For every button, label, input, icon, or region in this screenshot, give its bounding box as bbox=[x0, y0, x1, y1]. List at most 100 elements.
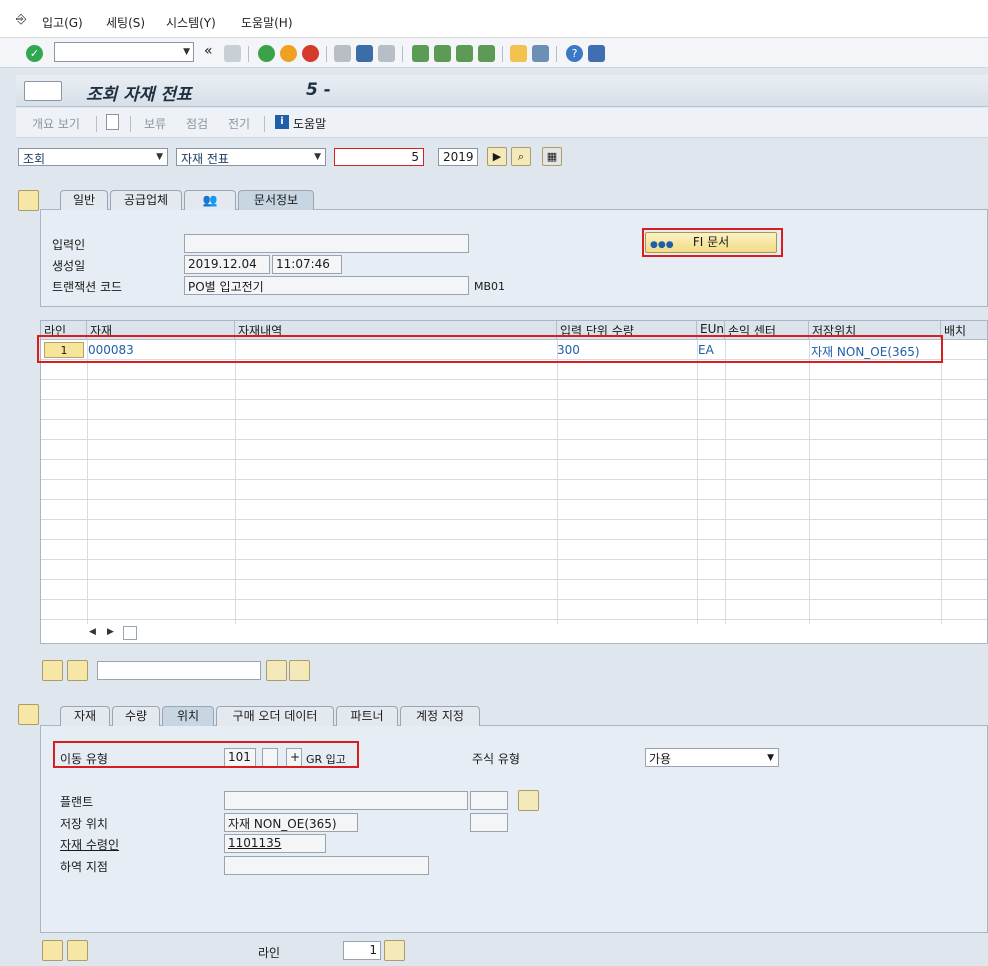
previous-page-icon[interactable] bbox=[434, 45, 451, 62]
chevron-down-icon[interactable]: ▼ bbox=[183, 47, 190, 57]
document-number-value: 5 bbox=[411, 150, 419, 164]
tab-vendor[interactable]: 공급업체 bbox=[110, 190, 182, 210]
find-document-icon[interactable]: ⌕ bbox=[511, 147, 531, 166]
first-page-icon[interactable] bbox=[412, 45, 429, 62]
goods-recipient-label[interactable]: 자재 수령인 bbox=[60, 836, 119, 853]
tab-where[interactable]: 위치 bbox=[162, 706, 214, 726]
print-icon[interactable] bbox=[334, 45, 351, 62]
table-row bbox=[41, 400, 987, 420]
tab-purchase-order-data[interactable]: 구매 오더 데이터 bbox=[216, 706, 334, 726]
plant-details-icon[interactable] bbox=[518, 790, 539, 811]
find-next-in-table-icon[interactable] bbox=[289, 660, 310, 681]
people-icon: 👥 bbox=[202, 193, 218, 207]
goods-recipient-field[interactable]: 1101135 bbox=[224, 834, 326, 853]
application-toolbar: 개요 보기 보류 점검 전기 i 도움말 bbox=[16, 108, 988, 138]
tab-account-assignment[interactable]: 계정 지정 bbox=[400, 706, 480, 726]
shortcut-icon[interactable] bbox=[532, 45, 549, 62]
enter-check-icon[interactable]: ✓ bbox=[26, 45, 43, 62]
previous-item-icon[interactable] bbox=[42, 940, 63, 961]
back-icon[interactable] bbox=[258, 45, 275, 62]
reference-document-select[interactable]: 자재 전표 ▼ bbox=[176, 148, 326, 166]
plant-description-field bbox=[224, 791, 468, 810]
tab-quantity[interactable]: 수량 bbox=[112, 706, 160, 726]
table-row bbox=[41, 440, 987, 460]
collapse-detail-icon[interactable] bbox=[18, 704, 39, 725]
tab-general[interactable]: 일반 bbox=[60, 190, 108, 210]
menu-bar: ⎆ 입고(G) 세팅(S) 시스템(Y) 도움말(H) bbox=[0, 0, 988, 38]
stock-type-select[interactable]: 가용 ▼ bbox=[645, 748, 779, 767]
table-row bbox=[41, 600, 987, 620]
save-icon[interactable] bbox=[224, 45, 241, 62]
line-number-input[interactable]: 1 bbox=[343, 941, 381, 960]
plant-code-field bbox=[470, 791, 508, 810]
table-row bbox=[41, 380, 987, 400]
toolbar-divider bbox=[130, 116, 131, 132]
tab-partners-icon[interactable]: 👥 bbox=[184, 190, 236, 210]
table-search-input[interactable] bbox=[97, 661, 261, 680]
horizontal-scroll-thumb[interactable] bbox=[123, 626, 137, 640]
sort-descending-icon[interactable] bbox=[67, 660, 88, 681]
chevron-down-icon[interactable]: ▼ bbox=[314, 152, 321, 162]
table-row bbox=[41, 500, 987, 520]
line-label: 라인 bbox=[258, 946, 281, 960]
find-in-table-icon[interactable] bbox=[266, 660, 287, 681]
toolbar-divider bbox=[556, 46, 557, 62]
info-icon[interactable]: i bbox=[275, 115, 289, 129]
chevron-down-icon[interactable]: ▼ bbox=[767, 753, 774, 763]
go-to-line-icon[interactable] bbox=[384, 940, 405, 961]
table-row bbox=[41, 560, 987, 580]
execute-icon[interactable]: ▶ bbox=[487, 147, 507, 166]
menu-help[interactable]: 도움말(H) bbox=[241, 14, 293, 31]
action-select[interactable]: 조회 ▼ bbox=[18, 148, 168, 166]
hold-button[interactable]: 보류 bbox=[144, 115, 166, 132]
last-page-icon[interactable] bbox=[478, 45, 495, 62]
sort-ascending-icon[interactable] bbox=[42, 660, 63, 681]
check-button[interactable]: 점검 bbox=[186, 115, 208, 132]
storage-location-field: 자재 NON_OE(365) bbox=[224, 813, 358, 832]
year-input[interactable]: 2019 bbox=[438, 148, 478, 166]
cancel-icon[interactable] bbox=[302, 45, 319, 62]
storage-location-code-field bbox=[470, 813, 508, 832]
col-batch[interactable]: 배치 bbox=[941, 321, 987, 340]
toolbar-divider bbox=[502, 46, 503, 62]
table-row bbox=[41, 420, 987, 440]
new-document-icon[interactable] bbox=[106, 114, 119, 130]
post-button[interactable]: 전기 bbox=[228, 115, 250, 132]
created-date-label: 생성일 bbox=[52, 259, 86, 273]
scroll-right-icon[interactable]: ▶ bbox=[107, 627, 114, 637]
find-next-icon[interactable] bbox=[378, 45, 395, 62]
items-table: 라인 자재 자재내역 입력 단위 수량 EUn 손익 센터 저장위치 배치 1 … bbox=[40, 320, 988, 644]
document-number-input[interactable]: 5 bbox=[334, 148, 424, 166]
toolbar-divider bbox=[264, 116, 265, 132]
collapse-header-icon[interactable] bbox=[18, 190, 39, 211]
highlight-fi-button bbox=[642, 228, 783, 257]
entered-by-field bbox=[184, 234, 469, 253]
tab-partner[interactable]: 파트너 bbox=[336, 706, 398, 726]
menu-system[interactable]: 시스템(Y) bbox=[166, 14, 216, 31]
next-item-icon[interactable] bbox=[67, 940, 88, 961]
tab-material[interactable]: 자재 bbox=[60, 706, 110, 726]
scroll-left-icon[interactable]: ◀ bbox=[89, 627, 96, 637]
calendar-icon[interactable]: ▦ bbox=[542, 147, 562, 166]
created-date-field: 2019.12.04 bbox=[184, 255, 270, 274]
reference-document-value: 자재 전표 bbox=[181, 152, 229, 166]
overview-button[interactable]: 개요 보기 bbox=[32, 115, 80, 132]
highlight-item-row bbox=[37, 335, 943, 363]
help-button[interactable]: 도움말 bbox=[293, 115, 326, 132]
new-session-icon[interactable] bbox=[510, 45, 527, 62]
command-field[interactable]: ▼ bbox=[54, 42, 194, 62]
exit-icon[interactable] bbox=[280, 45, 297, 62]
exit-menu-icon[interactable]: ⎆ bbox=[16, 12, 26, 27]
tab-document-info[interactable]: 문서정보 bbox=[238, 190, 314, 210]
find-icon[interactable] bbox=[356, 45, 373, 62]
next-page-icon[interactable] bbox=[456, 45, 473, 62]
unloading-point-field bbox=[224, 856, 429, 875]
menu-settings[interactable]: 세팅(S) bbox=[106, 14, 145, 31]
help-icon[interactable]: ? bbox=[566, 45, 583, 62]
menu-button-icon[interactable] bbox=[24, 81, 62, 101]
collapse-command-icon[interactable]: « bbox=[204, 43, 213, 59]
menu-goods-receipt[interactable]: 입고(G) bbox=[42, 14, 83, 31]
chevron-down-icon[interactable]: ▼ bbox=[156, 152, 163, 162]
standard-toolbar: ✓ ▼ « ? bbox=[0, 38, 988, 68]
customize-layout-icon[interactable] bbox=[588, 45, 605, 62]
